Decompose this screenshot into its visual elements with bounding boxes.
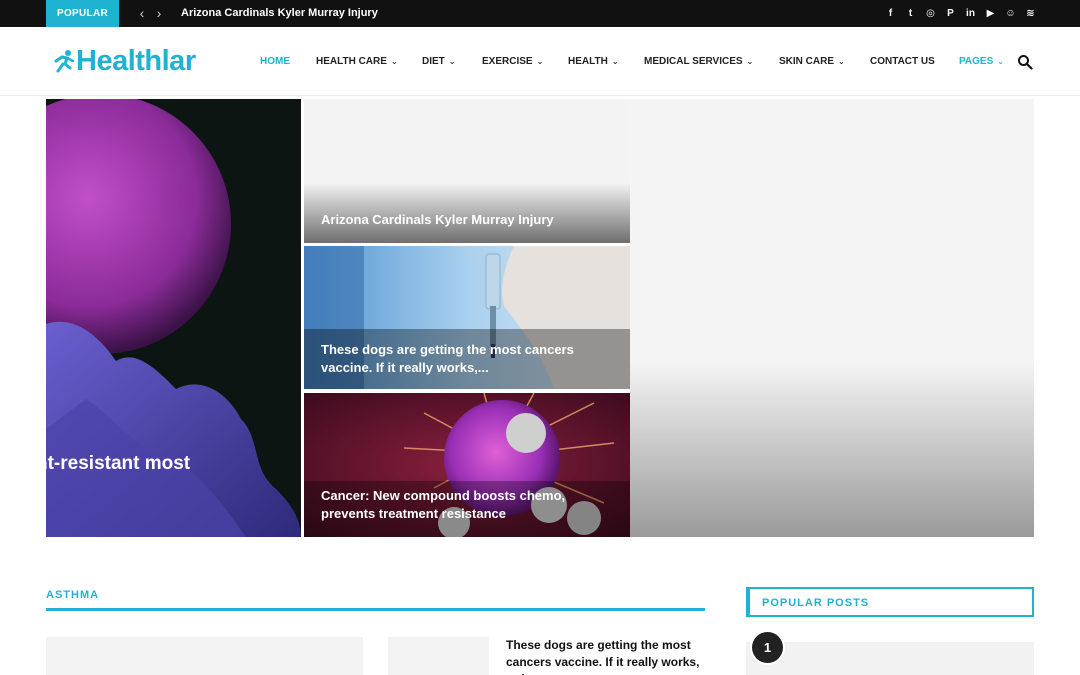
site-logo[interactable]: Healthlar bbox=[53, 44, 196, 78]
featured-tile-3-title[interactable]: Cancer: New compound boosts chemo, preve… bbox=[321, 487, 611, 523]
ticker-headline[interactable]: Arizona Cardinals Kyler Murray Injury bbox=[181, 0, 378, 27]
nav-item-medical-services[interactable]: MEDICAL SERVICES ⌄ bbox=[644, 27, 753, 96]
nav-item-label: HOME bbox=[260, 56, 290, 67]
instagram-icon[interactable]: ◎ bbox=[925, 8, 936, 19]
site-header: Healthlar HOME HEALTH CARE ⌄ DIET ⌄ EXERCISE ⌄… bbox=[0, 27, 1080, 96]
chevron-down-icon: ⌄ bbox=[611, 57, 619, 66]
nav-item-pages[interactable]: PAGES ⌄ bbox=[959, 27, 1004, 96]
featured-tile-1-title[interactable]: Arizona Cardinals Kyler Murray Injury bbox=[321, 211, 611, 229]
nav-item-label: HEALTH CARE bbox=[316, 56, 387, 67]
popular-post-rank-badge: 1 bbox=[752, 632, 783, 663]
nav-item-label: DIET bbox=[422, 56, 445, 67]
nav-item-label: SKIN CARE bbox=[779, 56, 835, 67]
nav-item-label: EXERCISE bbox=[482, 56, 533, 67]
top-bar: POPULAR ‹ › Arizona Cardinals Kyler Murr… bbox=[0, 0, 1080, 27]
section-title-asthma[interactable]: ASTHMA bbox=[46, 589, 99, 601]
chevron-down-icon: ⌄ bbox=[746, 57, 754, 66]
twitter-icon[interactable]: t bbox=[905, 8, 916, 19]
nav-item-health-care[interactable]: HEALTH CARE ⌄ bbox=[316, 27, 398, 96]
ticker-prev-button[interactable]: ‹ bbox=[135, 0, 149, 27]
rss-icon[interactable]: ≋ bbox=[1025, 8, 1036, 19]
featured-main-title[interactable]: nt-resistant most bbox=[46, 453, 190, 475]
asthma-post-2-thumbnail[interactable] bbox=[388, 637, 489, 675]
popular-post-1-thumbnail[interactable] bbox=[746, 642, 1034, 675]
asthma-post-2-title[interactable]: These dogs are getting the most cancers … bbox=[506, 637, 702, 675]
pinterest-icon[interactable]: P bbox=[945, 8, 956, 19]
chevron-left-icon: ‹ bbox=[139, 5, 145, 21]
chevron-down-icon: ⌄ bbox=[838, 57, 845, 66]
featured-tile-2[interactable]: These dogs are getting the most cancers … bbox=[304, 246, 631, 389]
nav-item-exercise[interactable]: EXERCISE ⌄ bbox=[482, 27, 543, 96]
youtube-icon[interactable]: ▶ bbox=[985, 8, 996, 19]
featured-main-post[interactable]: nt-resistant most bbox=[46, 99, 301, 537]
search-icon[interactable] bbox=[1017, 54, 1033, 70]
chevron-down-icon: ⌄ bbox=[448, 57, 456, 66]
featured-tile-3[interactable]: Cancer: New compound boosts chemo, preve… bbox=[304, 393, 631, 537]
runner-logo-icon bbox=[54, 50, 75, 73]
nav-item-label: CONTACT US bbox=[870, 56, 935, 67]
nav-item-health[interactable]: HEALTH ⌄ bbox=[568, 27, 619, 96]
nav-item-label: MEDICAL SERVICES bbox=[644, 56, 743, 67]
asthma-post-1-thumbnail[interactable] bbox=[46, 637, 363, 675]
section-divider bbox=[46, 608, 705, 611]
nav-item-label: HEALTH bbox=[568, 56, 608, 67]
snapchat-icon[interactable]: ☺ bbox=[1005, 8, 1016, 19]
nav-item-home[interactable]: HOME bbox=[260, 27, 290, 96]
chevron-down-icon: ⌄ bbox=[536, 57, 544, 66]
popular-posts-header: POPULAR POSTS bbox=[746, 587, 1034, 617]
ticker-next-button[interactable]: › bbox=[152, 0, 166, 27]
chevron-down-icon: ⌄ bbox=[390, 57, 398, 66]
social-links: f t ◎ Pin ▶ ☺ ≋ bbox=[885, 0, 1036, 27]
nav-item-diet[interactable]: DIET ⌄ bbox=[422, 27, 455, 96]
featured-tile-2-title[interactable]: These dogs are getting the most cancers … bbox=[321, 341, 611, 377]
nav-item-label: PAGES bbox=[959, 56, 994, 67]
chevron-down-icon: ⌄ bbox=[997, 57, 1004, 66]
facebook-icon[interactable]: f bbox=[885, 8, 896, 19]
featured-right-post[interactable] bbox=[630, 99, 1034, 537]
featured-tile-1[interactable]: Arizona Cardinals Kyler Murray Injury bbox=[304, 99, 631, 243]
nav-item-skin-care[interactable]: SKIN CARE ⌄ bbox=[779, 27, 845, 96]
logo-text: Healthlar bbox=[76, 44, 196, 77]
linkedin-icon[interactable]: in bbox=[965, 8, 976, 19]
nav-item-contact-us[interactable]: CONTACT US bbox=[870, 27, 935, 96]
popular-label: POPULAR bbox=[46, 0, 119, 27]
chevron-right-icon: › bbox=[156, 5, 162, 21]
popular-posts-title: POPULAR POSTS bbox=[762, 597, 870, 609]
